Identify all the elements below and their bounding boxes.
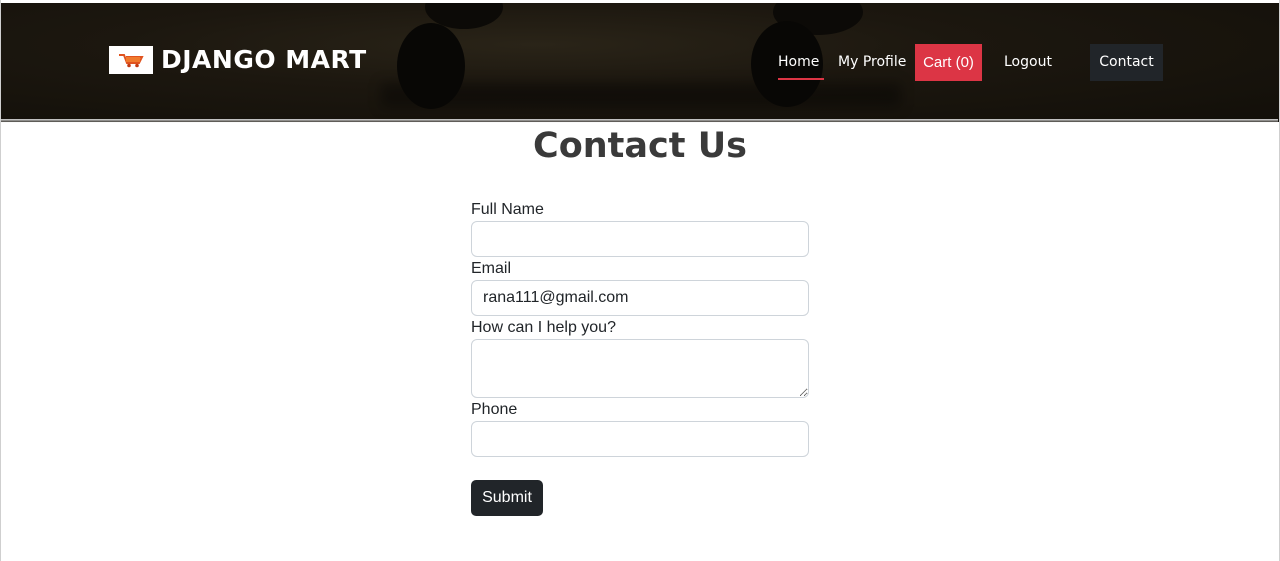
submit-button[interactable]: Submit xyxy=(471,480,543,516)
email-input[interactable] xyxy=(471,280,809,316)
nav-active-indicator xyxy=(778,78,824,80)
brand-link[interactable]: DJANGO MART xyxy=(109,44,367,76)
header-background-wheel xyxy=(397,23,465,109)
nav-cart-button[interactable]: Cart (0) xyxy=(915,44,982,81)
full-name-input[interactable] xyxy=(471,221,809,257)
page-title: Contact Us xyxy=(533,126,747,166)
full-name-label: Full Name xyxy=(471,201,544,218)
nav-my-profile-link[interactable]: My Profile xyxy=(838,44,906,81)
email-label: Email xyxy=(471,260,512,277)
brand-title: DJANGO MART xyxy=(161,45,367,74)
phone-label: Phone xyxy=(471,401,518,418)
nav-home-link[interactable]: Home xyxy=(778,44,819,81)
header-divider xyxy=(0,119,1278,123)
nav-contact-button[interactable]: Contact xyxy=(1090,44,1163,81)
phone-input[interactable] xyxy=(471,421,809,457)
message-label: How can I help you? xyxy=(471,319,616,336)
nav-logout-link[interactable]: Logout xyxy=(1004,44,1052,81)
message-textarea[interactable] xyxy=(471,339,809,398)
shopping-cart-icon xyxy=(109,46,153,74)
